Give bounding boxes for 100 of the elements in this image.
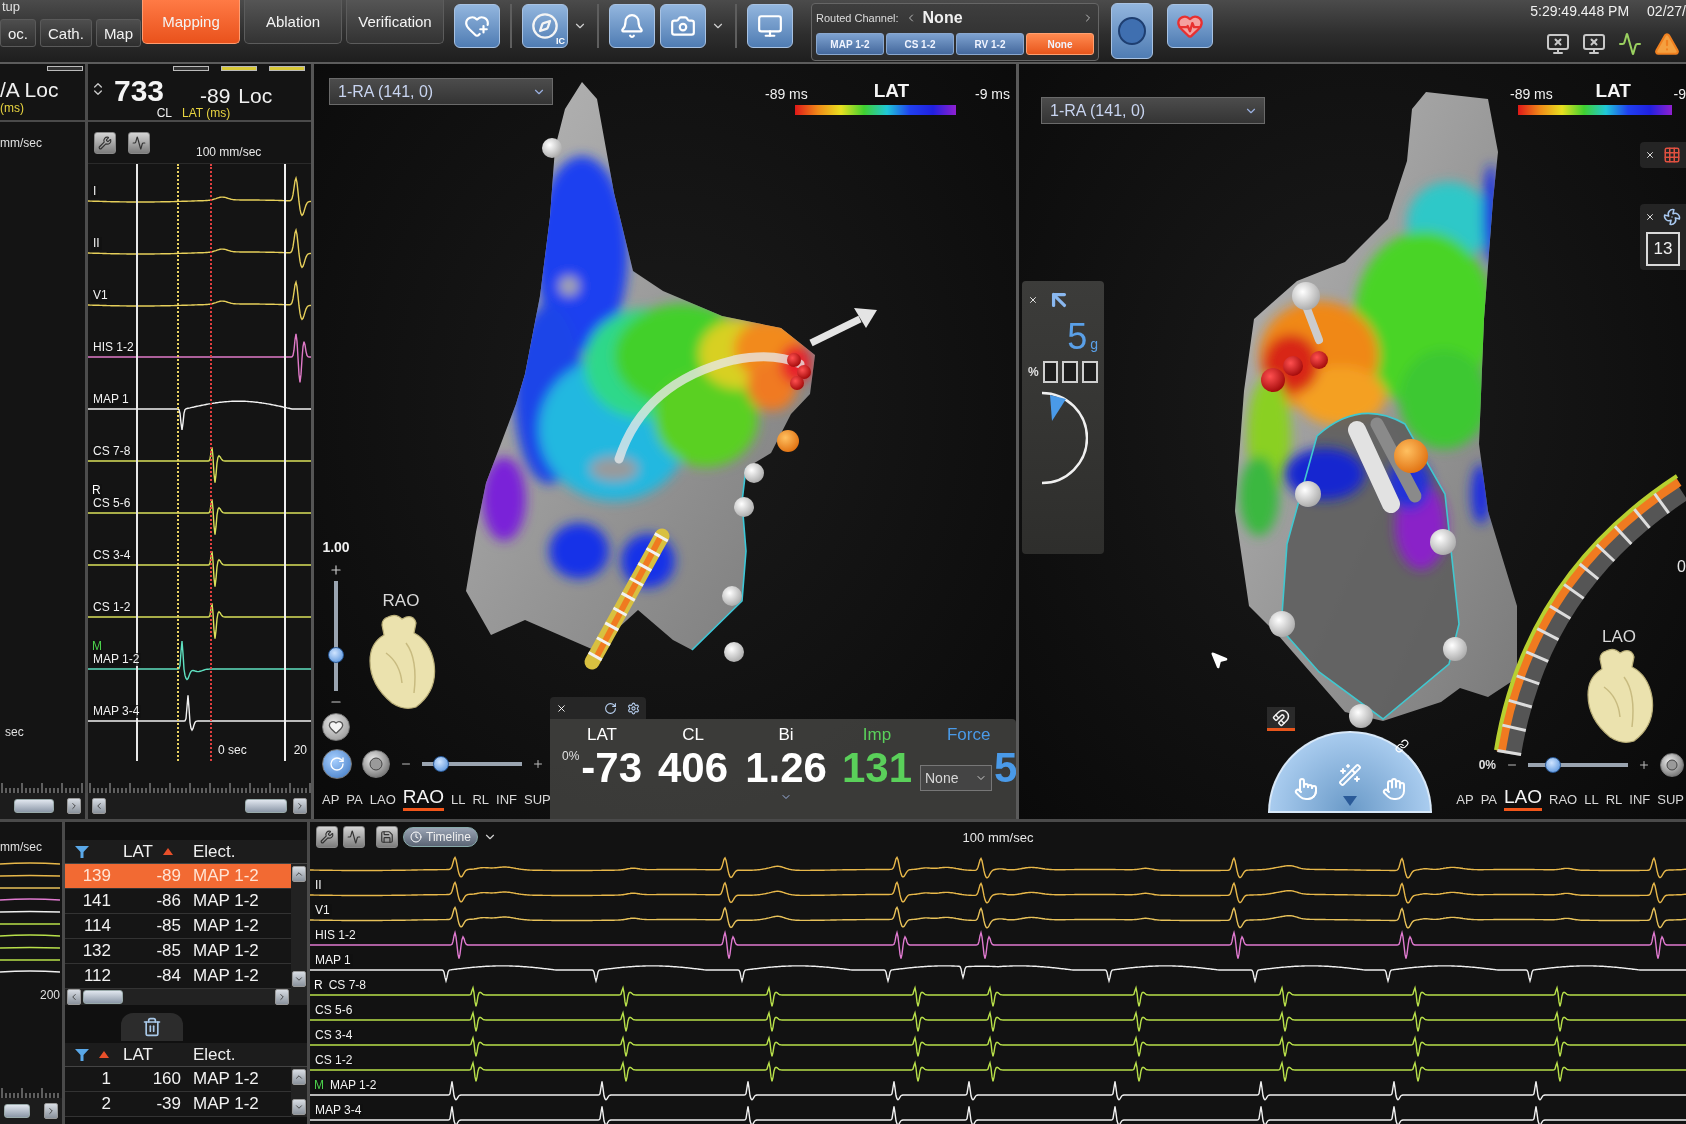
filter-icon[interactable] [75,844,89,859]
sub-tab[interactable]: Cath. [40,19,92,47]
delete-points-tab[interactable] [121,1013,183,1041]
scroll-right-button[interactable] [275,989,289,1005]
scroll-down-button[interactable] [292,1099,306,1115]
close-icon[interactable] [1028,295,1038,305]
activity-icon[interactable] [1618,32,1642,56]
window-marker[interactable] [284,164,286,761]
sort-ascending-icon[interactable] [99,1051,109,1058]
slider-thumb[interactable] [432,756,449,772]
table-row[interactable]: 114 -85 MAP 1-2 [65,914,291,939]
magnet-button[interactable] [1267,707,1295,731]
monitor-button[interactable] [747,4,793,48]
warning-icon[interactable] [1654,31,1680,57]
column-header[interactable]: Elect. [187,841,291,862]
caret-down-icon[interactable] [1342,795,1358,807]
rotate-button[interactable] [322,749,352,779]
caliper-button[interactable] [316,826,338,848]
scroll-right-button[interactable] [44,1103,58,1119]
view-button[interactable]: AP [322,793,340,811]
view-button[interactable]: LL [450,793,466,811]
add-trace-button[interactable] [128,131,150,154]
lesion-marker [1310,351,1328,369]
view-button[interactable]: RL [1605,793,1623,811]
slider-thumb[interactable] [1544,757,1561,773]
filter-icon[interactable] [75,1047,89,1062]
map-select[interactable]: 1-RA (141, 0) [1041,97,1265,124]
view-button[interactable]: INF [496,793,517,811]
view-button[interactable]: SUP [524,793,551,811]
scroll-right-button[interactable] [293,798,307,814]
view-button[interactable]: AP [1456,793,1474,811]
view-button[interactable]: LAO [1504,787,1543,811]
compass-button[interactable]: IC [522,4,568,48]
scroll-left-button[interactable] [67,989,81,1005]
sort-ascending-icon[interactable] [162,848,173,855]
view-button[interactable]: RAO [1549,793,1578,811]
column-header[interactable]: LAT [117,1044,187,1065]
view-button[interactable]: RL [472,793,490,811]
filter-select[interactable]: None [920,765,992,791]
sub-tab[interactable]: oc. [0,19,36,47]
map-select[interactable]: 1-RA (141, 0) [329,78,553,105]
scroll-up-button[interactable] [292,866,306,882]
view-button[interactable]: SUP [1657,793,1684,811]
scroll-up-button[interactable] [292,1069,306,1085]
sphere-button[interactable] [1660,753,1684,777]
camera-button[interactable] [660,4,706,48]
scroll-left-button[interactable] [92,798,106,814]
add-trace-button[interactable] [343,826,365,848]
heart-view-button[interactable] [322,713,350,741]
close-icon[interactable] [556,702,567,714]
view-button[interactable]: RAO [402,787,444,811]
plus-icon[interactable] [1638,759,1650,771]
sphere-button[interactable] [362,750,390,778]
channel-button[interactable]: RV 1-2 [956,33,1024,55]
add-heart-button[interactable] [454,4,500,48]
save-button[interactable] [376,826,398,848]
table-row[interactable]: 2 -39 MAP 1-2 [65,1092,291,1117]
column-header[interactable]: LAT [117,841,187,862]
workflow-tab[interactable]: Verification [346,0,444,44]
workflow-tab[interactable]: Ablation [244,0,342,44]
refresh-icon[interactable] [604,701,617,715]
table-row[interactable]: 141 -86 MAP 1-2 [65,889,291,914]
settings-icon[interactable] [627,701,640,715]
view-button[interactable]: LL [1584,793,1599,811]
channel-button[interactable]: MAP 1-2 [816,33,884,55]
view-button[interactable]: PA [1480,793,1497,811]
table-row[interactable]: 112 -84 MAP 1-2 [65,964,291,989]
chevron-right-icon [69,801,79,811]
bell-button[interactable] [609,4,655,48]
scrollbar-thumb[interactable] [83,990,123,1004]
scrollbar-thumb[interactable] [14,799,54,813]
scrollbar-thumb[interactable] [4,1104,30,1118]
grid-icon[interactable] [1663,146,1681,164]
fan-icon[interactable] [1663,208,1681,226]
table-row[interactable]: 132 -85 MAP 1-2 [65,939,291,964]
table-row[interactable]: 1 160 MAP 1-2 [65,1067,291,1092]
heart-patch-button[interactable] [1167,4,1213,48]
close-icon[interactable] [1645,150,1655,160]
plus-icon[interactable] [532,758,544,770]
view-button[interactable]: LAO [369,793,396,811]
time-cursor[interactable] [210,164,212,761]
channel-button[interactable]: CS 1-2 [886,33,954,55]
link-icon[interactable] [1395,739,1409,753]
slider-thumb[interactable] [328,646,344,663]
view-button[interactable]: INF [1629,793,1651,811]
plus-icon[interactable] [329,563,343,577]
view-button[interactable]: PA [346,793,363,811]
scroll-down-button[interactable] [292,971,306,987]
window-marker[interactable] [136,164,138,761]
monitor-x-icon[interactable] [1546,32,1570,56]
column-header[interactable]: Elect. [187,1044,291,1065]
scroll-right-button[interactable] [67,798,81,814]
table-cell-text: -39 [155,1094,182,1114]
scrollbar-thumb[interactable] [245,799,287,813]
close-icon[interactable] [1645,212,1655,222]
monitor-x-icon[interactable] [1582,32,1606,56]
circle-button[interactable] [1111,3,1153,59]
metric-value: 131 [841,745,913,792]
sub-tab[interactable]: Map [95,19,142,47]
caliper-button[interactable] [94,131,116,154]
